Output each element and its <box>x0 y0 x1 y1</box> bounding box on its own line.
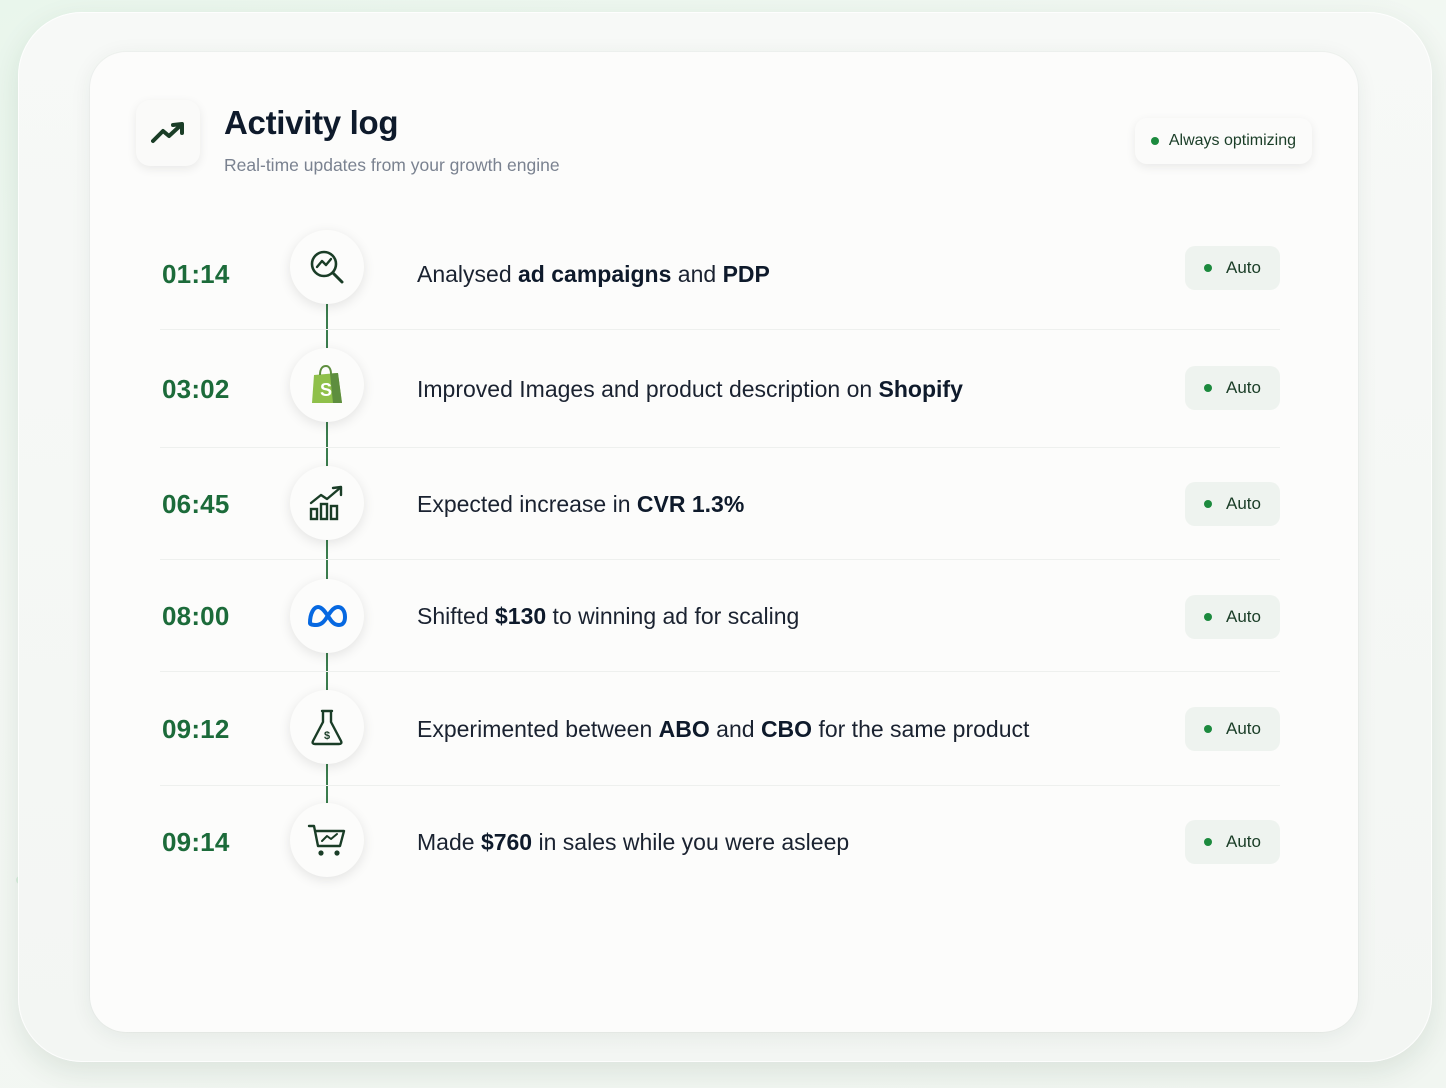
meta-icon <box>290 579 364 653</box>
badge-dot <box>1204 838 1212 846</box>
badge-label: Auto <box>1226 832 1261 851</box>
badge-dot <box>1204 725 1212 733</box>
auto-badge: Auto <box>1185 820 1280 864</box>
badge-dot <box>1204 264 1212 272</box>
activity-row: 08:00 Shifted $130 to winning ad for sca… <box>160 560 1280 672</box>
status-dot <box>1150 137 1159 145</box>
activity-time: 09:14 <box>162 826 230 857</box>
page-subtitle: Real-time updates from your growth engin… <box>224 155 560 175</box>
badge-dot <box>1204 384 1212 392</box>
auto-badge: Auto <box>1185 246 1280 290</box>
trending-up-icon <box>136 100 200 166</box>
badge-label: Auto <box>1226 494 1261 513</box>
activity-text: Analysed ad campaigns and PDP <box>417 260 770 287</box>
auto-badge: Auto <box>1185 707 1280 751</box>
activity-text: Improved Images and product description … <box>417 375 963 402</box>
page-title: Activity log <box>224 104 399 141</box>
status-label: Always optimizing <box>1168 132 1296 149</box>
badge-label: Auto <box>1226 258 1261 277</box>
activity-row: 09:14 Made $760 in sales while you were … <box>160 786 1280 898</box>
svg-text:S: S <box>320 380 332 400</box>
activity-text: Experimented between ABO and CBO for the… <box>417 715 1030 742</box>
badge-label: Auto <box>1226 378 1261 397</box>
auto-badge: Auto <box>1185 482 1280 526</box>
flask-icon: $ <box>290 690 364 764</box>
bar-chart-growth-icon <box>290 466 364 540</box>
badge-dot <box>1204 613 1212 621</box>
badge-label: Auto <box>1226 607 1261 626</box>
auto-badge: Auto <box>1185 595 1280 639</box>
badge-label: Auto <box>1226 719 1261 738</box>
activity-time: 08:00 <box>162 600 230 631</box>
activity-time: 03:02 <box>162 373 230 404</box>
activity-log-card: Activity log Real-time updates from your… <box>90 52 1358 1032</box>
activity-text: Shifted $130 to winning ad for scaling <box>417 602 800 629</box>
status-badge: Always optimizing <box>1134 118 1312 164</box>
activity-text: Expected increase in CVR 1.3% <box>417 490 745 517</box>
activity-time: 01:14 <box>162 258 230 289</box>
svg-text:$: $ <box>324 730 330 742</box>
activity-time: 06:45 <box>162 488 230 519</box>
activity-time: 09:12 <box>162 713 230 744</box>
activity-row: 09:12 $ Experimented between ABO and CBO… <box>160 672 1280 786</box>
shopify-icon: S <box>290 348 364 422</box>
badge-dot <box>1204 500 1212 508</box>
activity-row: 01:14 Analysed ad campaigns and PDP Auto <box>160 218 1280 330</box>
search-analytics-icon <box>290 230 364 304</box>
shopping-cart-icon <box>290 803 364 877</box>
activity-text: Made $760 in sales while you were asleep <box>417 828 850 855</box>
activity-row: 06:45 Expected increase in CVR 1.3% Auto <box>160 448 1280 560</box>
auto-badge: Auto <box>1185 366 1280 410</box>
activity-row: 03:02 S Improved Images and product desc… <box>160 330 1280 448</box>
